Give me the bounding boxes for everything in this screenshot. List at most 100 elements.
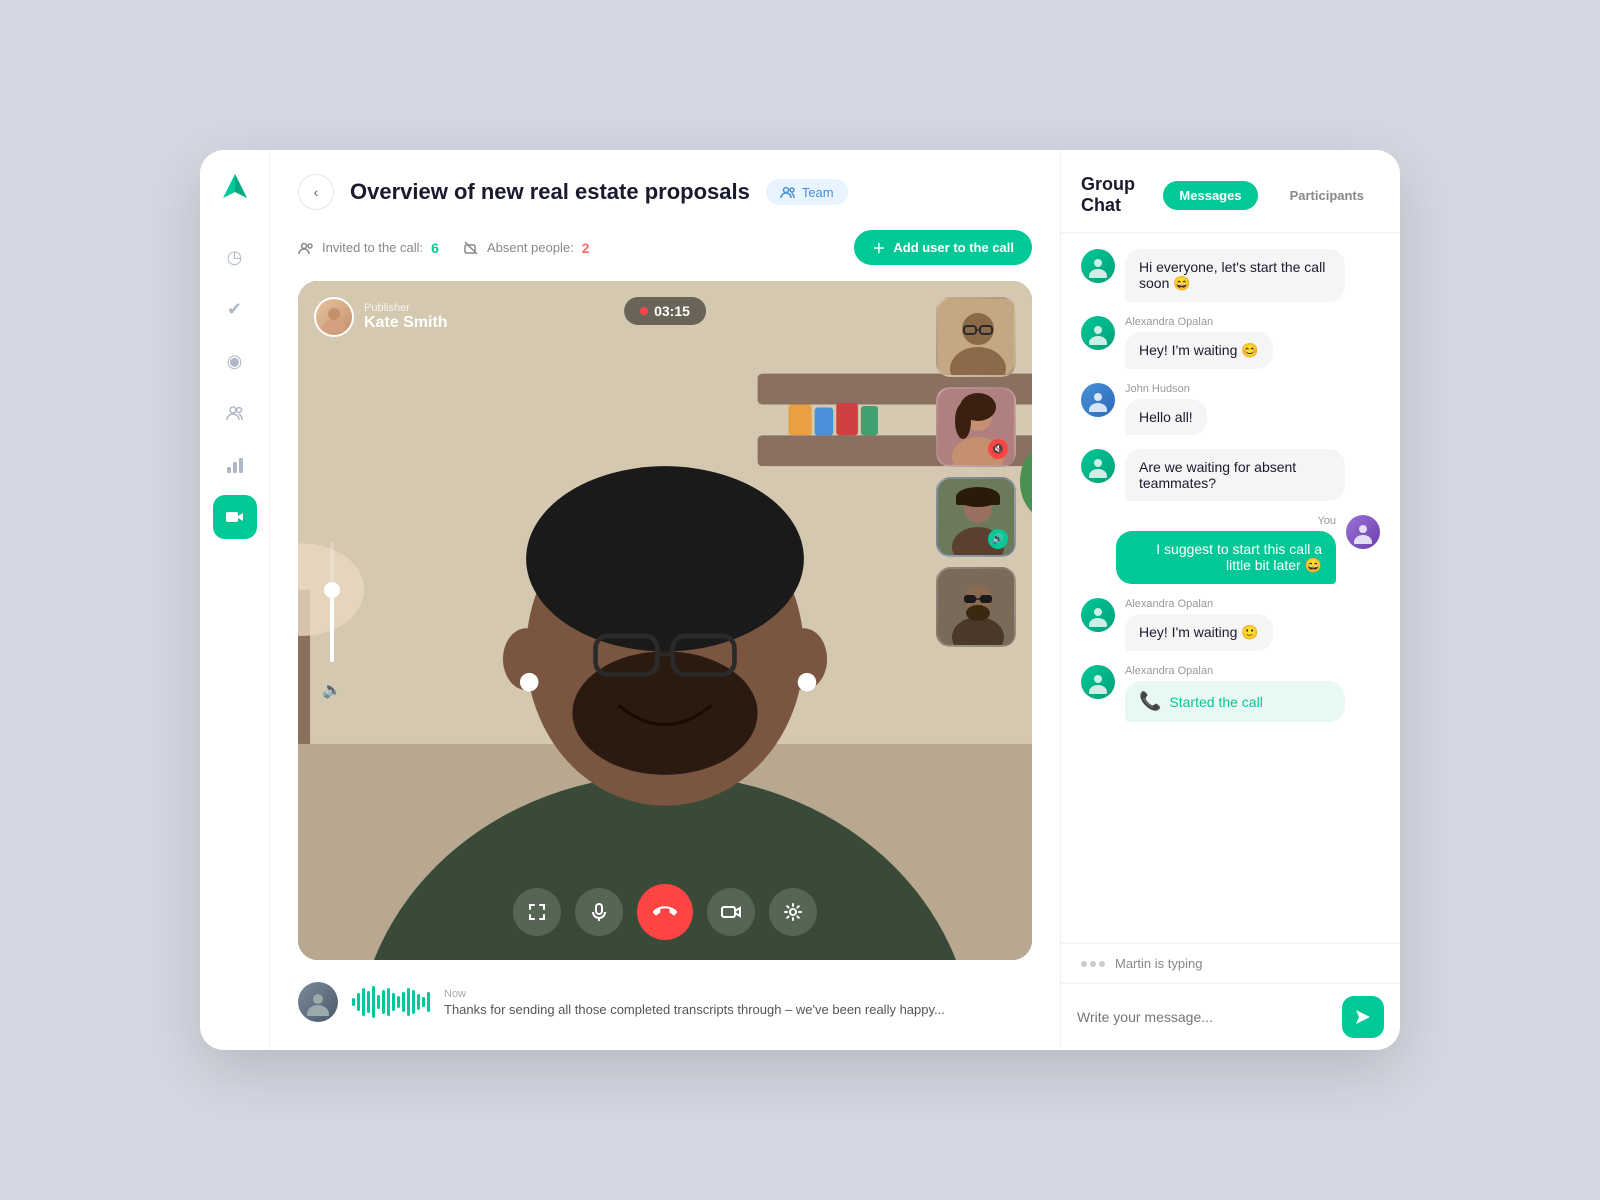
tab-participants[interactable]: Participants: [1274, 181, 1380, 210]
message-content: Hi everyone, let's start the call soon 😄: [1125, 249, 1380, 302]
team-badge[interactable]: Team: [766, 179, 848, 205]
volume-track[interactable]: [330, 542, 334, 662]
messages-list: Hi everyone, let's start the call soon 😄…: [1061, 233, 1400, 943]
recording-indicator: [640, 307, 648, 315]
audio-waveform: [352, 986, 430, 1018]
add-user-button[interactable]: ＋ Add user to the call: [854, 230, 1032, 265]
chat-input-area: [1061, 983, 1400, 1050]
end-call-button[interactable]: [637, 884, 693, 940]
message-content: John Hudson Hello all!: [1125, 383, 1380, 435]
invited-number: 6: [431, 240, 439, 256]
message-item: Are we waiting for absent teammates?: [1081, 449, 1380, 501]
message-avatar: [1081, 598, 1115, 632]
absent-number: 2: [582, 240, 590, 256]
sidebar-item-users[interactable]: [213, 391, 257, 435]
message-content: Alexandra Opalan Hey! I'm waiting 🙂: [1125, 598, 1380, 651]
message-avatar: [1081, 449, 1115, 483]
chat-header: Group Chat Messages Participants: [1061, 150, 1400, 233]
sidebar-item-video[interactable]: [213, 495, 257, 539]
muted-icon: 🔇: [988, 439, 1008, 459]
sidebar: ◷ ✔ ◉: [200, 150, 270, 1050]
typing-dots: [1081, 961, 1105, 967]
thumbnail-3[interactable]: 🔊: [936, 477, 1016, 557]
main-area: ‹ Overview of new real estate proposals …: [270, 150, 1060, 1050]
volume-icon: 🔈: [322, 680, 342, 700]
message-item-system: Alexandra Opalan 📞 Started the call: [1081, 665, 1380, 722]
absent-count: Absent people: 2: [463, 240, 590, 256]
message-bubble: Are we waiting for absent teammates?: [1125, 449, 1345, 501]
dot-2: [1090, 961, 1096, 967]
page-title: Overview of new real estate proposals: [350, 179, 750, 205]
message-avatar: [1081, 316, 1115, 350]
call-meta-bar: Invited to the call: 6 Absent people: 2 …: [298, 230, 1032, 265]
message-bubble-own: I suggest to start this call a little bi…: [1116, 531, 1336, 584]
settings-button[interactable]: [769, 888, 817, 936]
message-avatar: [1081, 383, 1115, 417]
message-item: John Hudson Hello all!: [1081, 383, 1380, 435]
message-item: Alexandra Opalan Hey! I'm waiting 😊: [1081, 316, 1380, 369]
message-item-own: You I suggest to start this call a littl…: [1081, 515, 1380, 584]
message-sender: John Hudson: [1125, 383, 1380, 395]
publisher-details: Publisher Kate Smith: [364, 302, 448, 332]
call-timer: 03:15: [624, 297, 706, 325]
sidebar-item-eye[interactable]: ◉: [213, 339, 257, 383]
message-content: Alexandra Opalan 📞 Started the call: [1125, 665, 1380, 722]
tab-messages[interactable]: Messages: [1163, 181, 1257, 210]
back-button[interactable]: ‹: [298, 174, 334, 210]
video-container: Publisher Kate Smith 03:15: [298, 281, 1032, 960]
thumbnail-2[interactable]: 🔇: [936, 387, 1016, 467]
mic-button[interactable]: [575, 888, 623, 936]
message-bubble: Hey! I'm waiting 😊: [1125, 332, 1273, 369]
message-avatar: [1081, 665, 1115, 699]
sidebar-item-charts[interactable]: [213, 443, 257, 487]
thumbnail-1[interactable]: [936, 297, 1016, 377]
volume-fill: [330, 590, 334, 662]
app-container: ◷ ✔ ◉ ‹: [200, 150, 1400, 1050]
app-logo: [219, 170, 251, 207]
message-content: You I suggest to start this call a littl…: [1081, 515, 1336, 584]
timer-display: 03:15: [654, 303, 690, 319]
message-item: Hi everyone, let's start the call soon 😄: [1081, 249, 1380, 302]
camera-button[interactable]: [707, 888, 755, 936]
own-avatar: [1346, 515, 1380, 549]
transcript-content: Now Thanks for sending all those complet…: [444, 988, 1032, 1017]
transcript-bar: Now Thanks for sending all those complet…: [298, 968, 1032, 1026]
add-icon: ＋: [872, 238, 885, 257]
invited-label: Invited to the call:: [322, 240, 423, 255]
typing-indicator: Martin is typing: [1061, 943, 1400, 983]
team-label: Team: [802, 185, 834, 200]
message-content: Are we waiting for absent teammates?: [1125, 449, 1380, 501]
message-item: Alexandra Opalan Hey! I'm waiting 🙂: [1081, 598, 1380, 651]
send-button[interactable]: [1342, 996, 1384, 1038]
publisher-info-overlay: Publisher Kate Smith: [314, 297, 448, 337]
message-input[interactable]: [1077, 1001, 1330, 1033]
speaking-icon: 🔊: [988, 529, 1008, 549]
thumbnail-4[interactable]: [936, 567, 1016, 647]
video-background: [298, 281, 1032, 960]
volume-slider[interactable]: 🔈: [322, 542, 342, 700]
call-controls: [513, 884, 817, 940]
message-content: Alexandra Opalan Hey! I'm waiting 😊: [1125, 316, 1380, 369]
message-sender: Alexandra Opalan: [1125, 598, 1380, 610]
publisher-role: Publisher: [364, 302, 448, 314]
publisher-name: Kate Smith: [364, 314, 448, 332]
page-header: ‹ Overview of new real estate proposals …: [298, 174, 1032, 210]
dot-3: [1099, 961, 1105, 967]
chat-title: Group Chat: [1081, 174, 1147, 216]
transcript-time: Now: [444, 988, 1032, 1000]
message-sender: You: [1081, 515, 1336, 527]
message-bubble: Hello all!: [1125, 399, 1207, 435]
current-user-avatar: [298, 982, 338, 1022]
message-bubble-system: 📞 Started the call: [1125, 681, 1345, 722]
transcript-text: Thanks for sending all those completed t…: [444, 1002, 1032, 1017]
message-bubble: Hey! I'm waiting 🙂: [1125, 614, 1273, 651]
fullscreen-button[interactable]: [513, 888, 561, 936]
publisher-avatar: [314, 297, 354, 337]
dot-1: [1081, 961, 1087, 967]
message-sender: Alexandra Opalan: [1125, 665, 1380, 677]
sidebar-item-tasks[interactable]: ✔: [213, 287, 257, 331]
participant-thumbnails: 🔇 🔊: [936, 297, 1016, 647]
invited-count: Invited to the call: 6: [298, 240, 439, 256]
volume-handle[interactable]: [324, 582, 340, 598]
sidebar-item-clock[interactable]: ◷: [213, 235, 257, 279]
